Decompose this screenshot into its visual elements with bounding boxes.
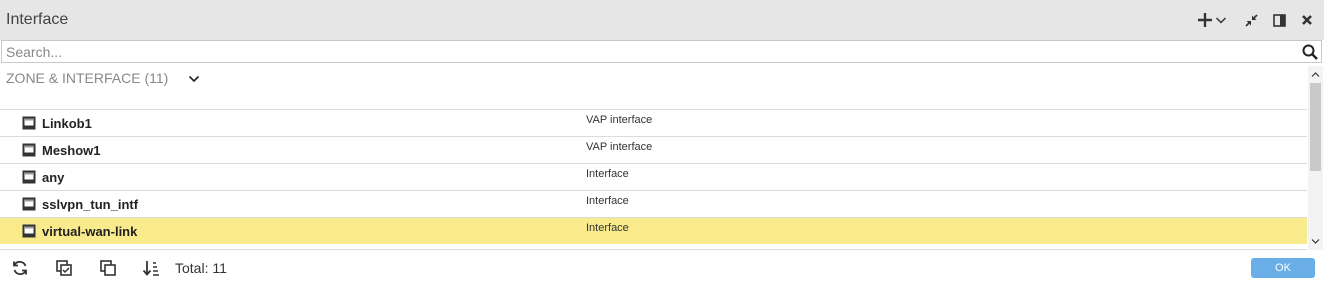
interface-name: any bbox=[42, 170, 65, 185]
total-count: Total: 11 bbox=[175, 260, 227, 276]
search-box bbox=[1, 40, 1322, 63]
footer-toolbar: Total: 11 OK bbox=[0, 252, 1324, 283]
group-label: ZONE & INTERFACE (11) bbox=[6, 70, 169, 86]
list-item[interactable]: any Interface bbox=[0, 163, 1307, 190]
scrollbar-thumb[interactable] bbox=[1310, 83, 1321, 171]
network-port-icon bbox=[22, 170, 36, 184]
plus-icon bbox=[1198, 13, 1212, 27]
chevron-down-icon bbox=[1215, 17, 1227, 24]
select-all-icon[interactable] bbox=[55, 259, 73, 277]
sort-icon[interactable] bbox=[142, 259, 160, 277]
chevron-down-icon bbox=[189, 75, 200, 83]
interface-type: VAP interface bbox=[586, 114, 653, 126]
interface-list: Linkob1 VAP interface Meshow1 VAP interf… bbox=[0, 109, 1307, 244]
list-scrollbar[interactable] bbox=[1308, 66, 1323, 250]
add-button[interactable] bbox=[1196, 10, 1214, 30]
list-item-selected[interactable]: virtual-wan-link Interface bbox=[0, 217, 1307, 244]
interface-type: Interface bbox=[586, 195, 629, 207]
interface-name: Meshow1 bbox=[42, 143, 101, 158]
list-item[interactable]: Linkob1 VAP interface bbox=[0, 109, 1307, 136]
network-port-icon bbox=[22, 143, 36, 157]
search-input[interactable] bbox=[6, 43, 1296, 60]
interface-type: VAP interface bbox=[586, 141, 653, 153]
close-button[interactable] bbox=[1300, 10, 1314, 30]
window-header: Interface bbox=[0, 0, 1324, 40]
interface-name: virtual-wan-link bbox=[42, 224, 138, 239]
interface-type: Interface bbox=[586, 168, 629, 180]
scroll-down-arrow-icon[interactable] bbox=[1311, 237, 1320, 246]
minimize-icon bbox=[1244, 13, 1258, 27]
header-toolbar bbox=[1196, 10, 1314, 30]
scroll-up-arrow-icon[interactable] bbox=[1311, 70, 1320, 79]
list-item[interactable]: Meshow1 VAP interface bbox=[0, 136, 1307, 163]
network-port-icon bbox=[22, 116, 36, 130]
interface-name: sslvpn_tun_intf bbox=[42, 197, 139, 212]
window-title: Interface bbox=[6, 11, 69, 28]
network-port-icon bbox=[22, 197, 36, 211]
refresh-icon[interactable] bbox=[11, 259, 29, 277]
minimize-button[interactable] bbox=[1244, 10, 1258, 30]
list-divider bbox=[0, 249, 1307, 250]
add-dropdown-button[interactable] bbox=[1214, 10, 1228, 30]
search-icon[interactable] bbox=[1301, 43, 1319, 61]
zone-interface-group-header[interactable]: ZONE & INTERFACE (11) bbox=[6, 70, 200, 86]
panel-toggle-icon bbox=[1272, 13, 1286, 27]
network-port-icon bbox=[22, 224, 36, 238]
copy-icon[interactable] bbox=[99, 259, 117, 277]
interface-name: Linkob1 bbox=[42, 116, 92, 131]
close-icon bbox=[1302, 15, 1312, 25]
panel-toggle-button[interactable] bbox=[1272, 10, 1286, 30]
ok-button[interactable]: OK bbox=[1251, 258, 1315, 278]
list-item[interactable]: sslvpn_tun_intf Interface bbox=[0, 190, 1307, 217]
interface-type: Interface bbox=[586, 222, 629, 234]
